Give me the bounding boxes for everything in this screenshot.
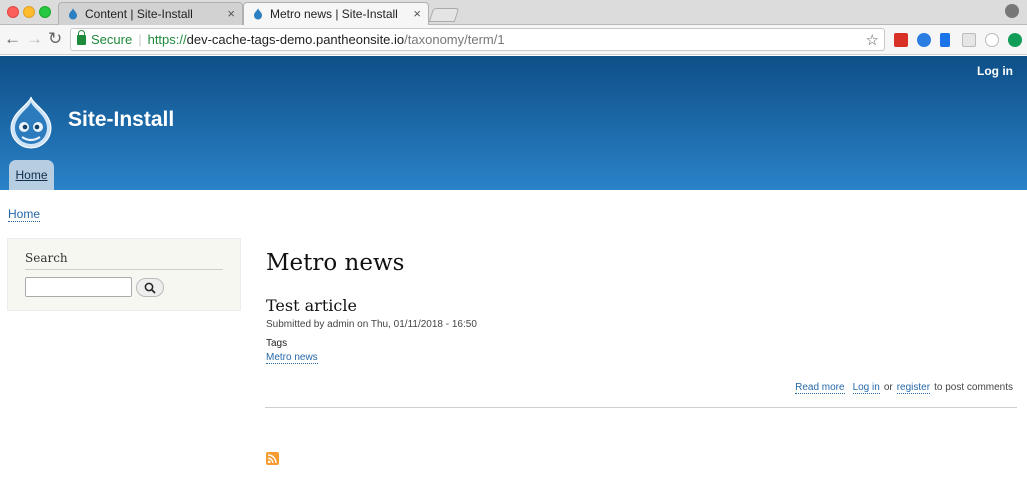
browser-tab-content[interactable]: Content | Site-Install × — [58, 2, 243, 25]
read-more-link[interactable]: Read more — [795, 382, 845, 394]
search-icon — [144, 282, 156, 294]
browser-tab-metro-news[interactable]: Metro news | Site-Install × — [243, 2, 429, 25]
tab-title: Content | Site-Install — [85, 6, 193, 21]
minimize-window-button[interactable] — [23, 6, 35, 18]
search-button[interactable] — [136, 278, 164, 297]
search-input[interactable] — [25, 277, 132, 297]
site-header: Log in Site-Install Home — [0, 56, 1027, 190]
browser-toolbar: ← → ↻ Secure | https:// dev-cache-tags-d… — [0, 25, 1027, 55]
rss-feed-icon[interactable] — [266, 452, 279, 465]
url-scheme: https:// — [147, 32, 187, 47]
or-text: or — [883, 382, 893, 393]
url-path: /taxonomy/term/1 — [404, 32, 505, 47]
secure-label: Secure — [91, 32, 133, 47]
bookmark-star-icon[interactable]: ☆ — [866, 31, 879, 49]
tag-link-metro-news[interactable]: Metro news — [266, 352, 318, 364]
address-bar[interactable]: Secure | https:// dev-cache-tags-demo.pa… — [70, 28, 885, 51]
extension-icon[interactable] — [894, 33, 908, 47]
drupal-logo-icon[interactable] — [8, 96, 54, 150]
drupal-favicon-icon — [69, 7, 77, 19]
site-name[interactable]: Site-Install — [68, 108, 174, 132]
back-button[interactable]: ← — [4, 30, 21, 48]
extension-icon[interactable] — [962, 33, 976, 47]
comment-login-link[interactable]: Log in — [852, 382, 880, 394]
divider — [25, 269, 223, 270]
close-window-button[interactable] — [7, 6, 19, 18]
close-tab-icon[interactable]: × — [413, 6, 421, 21]
extension-icon[interactable] — [940, 33, 950, 47]
extension-icon[interactable] — [985, 33, 999, 47]
extension-icon[interactable] — [1008, 33, 1022, 47]
login-link[interactable]: Log in — [977, 64, 1013, 78]
forward-button[interactable]: → — [26, 30, 43, 48]
register-link[interactable]: register — [896, 382, 931, 394]
browser-tab-bar: Content | Site-Install × Metro news | Si… — [0, 0, 1027, 25]
tab-title: Metro news | Site-Install — [270, 6, 398, 21]
zoom-window-button[interactable] — [39, 6, 51, 18]
new-tab-button[interactable] — [428, 8, 460, 22]
close-tab-icon[interactable]: × — [227, 6, 235, 21]
extension-icon[interactable] — [917, 33, 931, 47]
article-divider — [265, 407, 1017, 408]
drupal-favicon-icon — [254, 7, 262, 19]
article-title-link[interactable]: Test article — [266, 296, 357, 315]
lock-icon — [77, 29, 86, 45]
sidebar-search-block: Search — [7, 238, 241, 311]
profile-icon[interactable] — [1005, 4, 1019, 18]
page-title: Metro news — [266, 250, 405, 276]
url-host: dev-cache-tags-demo.pantheonsite.io — [186, 32, 405, 47]
address-separator: | — [138, 32, 142, 47]
article-links: Read more Log in or register to post com… — [795, 382, 1013, 394]
submitted-info: Submitted by admin on Thu, 01/11/2018 - … — [266, 319, 477, 330]
tags-label: Tags — [266, 338, 288, 349]
search-block-title: Search — [25, 251, 68, 265]
breadcrumb-home[interactable]: Home — [8, 207, 41, 222]
reload-button[interactable]: ↻ — [48, 30, 62, 48]
nav-home-tab[interactable]: Home — [9, 160, 54, 190]
post-comments-text: to post comments — [934, 382, 1013, 393]
